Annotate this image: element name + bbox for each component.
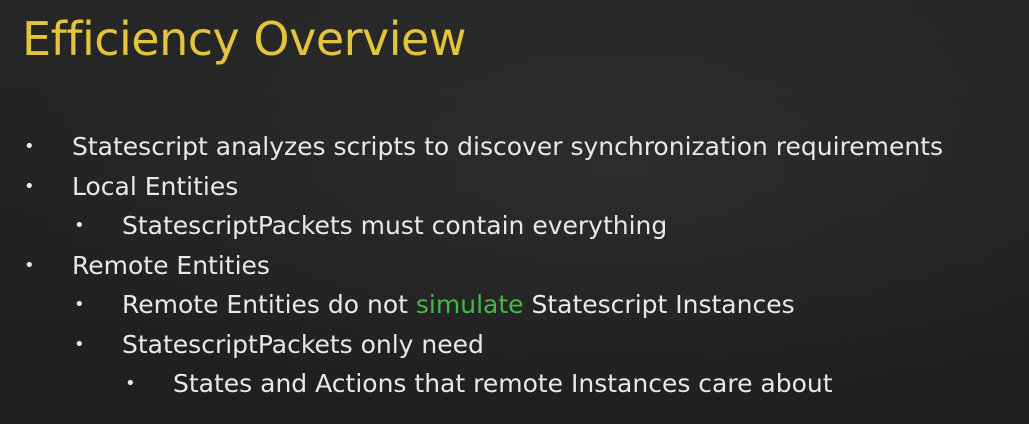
bullet-icon: •: [24, 175, 35, 197]
bullet-item: • StatescriptPackets only need: [0, 325, 1029, 365]
bullet-text: Statescript analyzes scripts to discover…: [72, 132, 944, 161]
slide-title: Efficiency Overview: [22, 12, 466, 66]
bullet-item: • Remote Entities do not simulate States…: [0, 285, 1029, 325]
bullet-text-post: Statescript Instances: [523, 290, 795, 319]
bullet-item: • StatescriptPackets must contain everyt…: [0, 206, 1029, 246]
bullet-list: • Statescript analyzes scripts to discov…: [0, 127, 1029, 404]
bullet-icon: •: [125, 373, 136, 394]
bullet-item: • States and Actions that remote Instanc…: [0, 364, 1029, 404]
bullet-text: States and Actions that remote Instances…: [173, 369, 833, 398]
bullet-item: • Local Entities: [0, 167, 1029, 207]
bullet-icon: •: [24, 136, 35, 157]
bullet-text-pre: Remote Entities do not: [122, 290, 416, 319]
bullet-item: • Remote Entities: [0, 246, 1029, 286]
bullet-text: Remote Entities: [72, 250, 270, 280]
bullet-icon: •: [74, 215, 85, 236]
bullet-icon: •: [74, 294, 85, 315]
bullet-icon: •: [74, 333, 85, 355]
bullet-icon: •: [24, 254, 35, 276]
highlighted-word: simulate: [415, 290, 524, 319]
bullet-text: Local Entities: [72, 171, 239, 201]
bullet-text: StatescriptPackets must contain everythi…: [122, 211, 668, 240]
slide: Efficiency Overview • Statescript analyz…: [0, 0, 1029, 424]
bullet-text: Remote Entities do not simulate Statescr…: [122, 285, 795, 325]
bullet-text: StatescriptPackets only need: [122, 329, 484, 359]
bullet-item: • Statescript analyzes scripts to discov…: [0, 127, 1029, 167]
